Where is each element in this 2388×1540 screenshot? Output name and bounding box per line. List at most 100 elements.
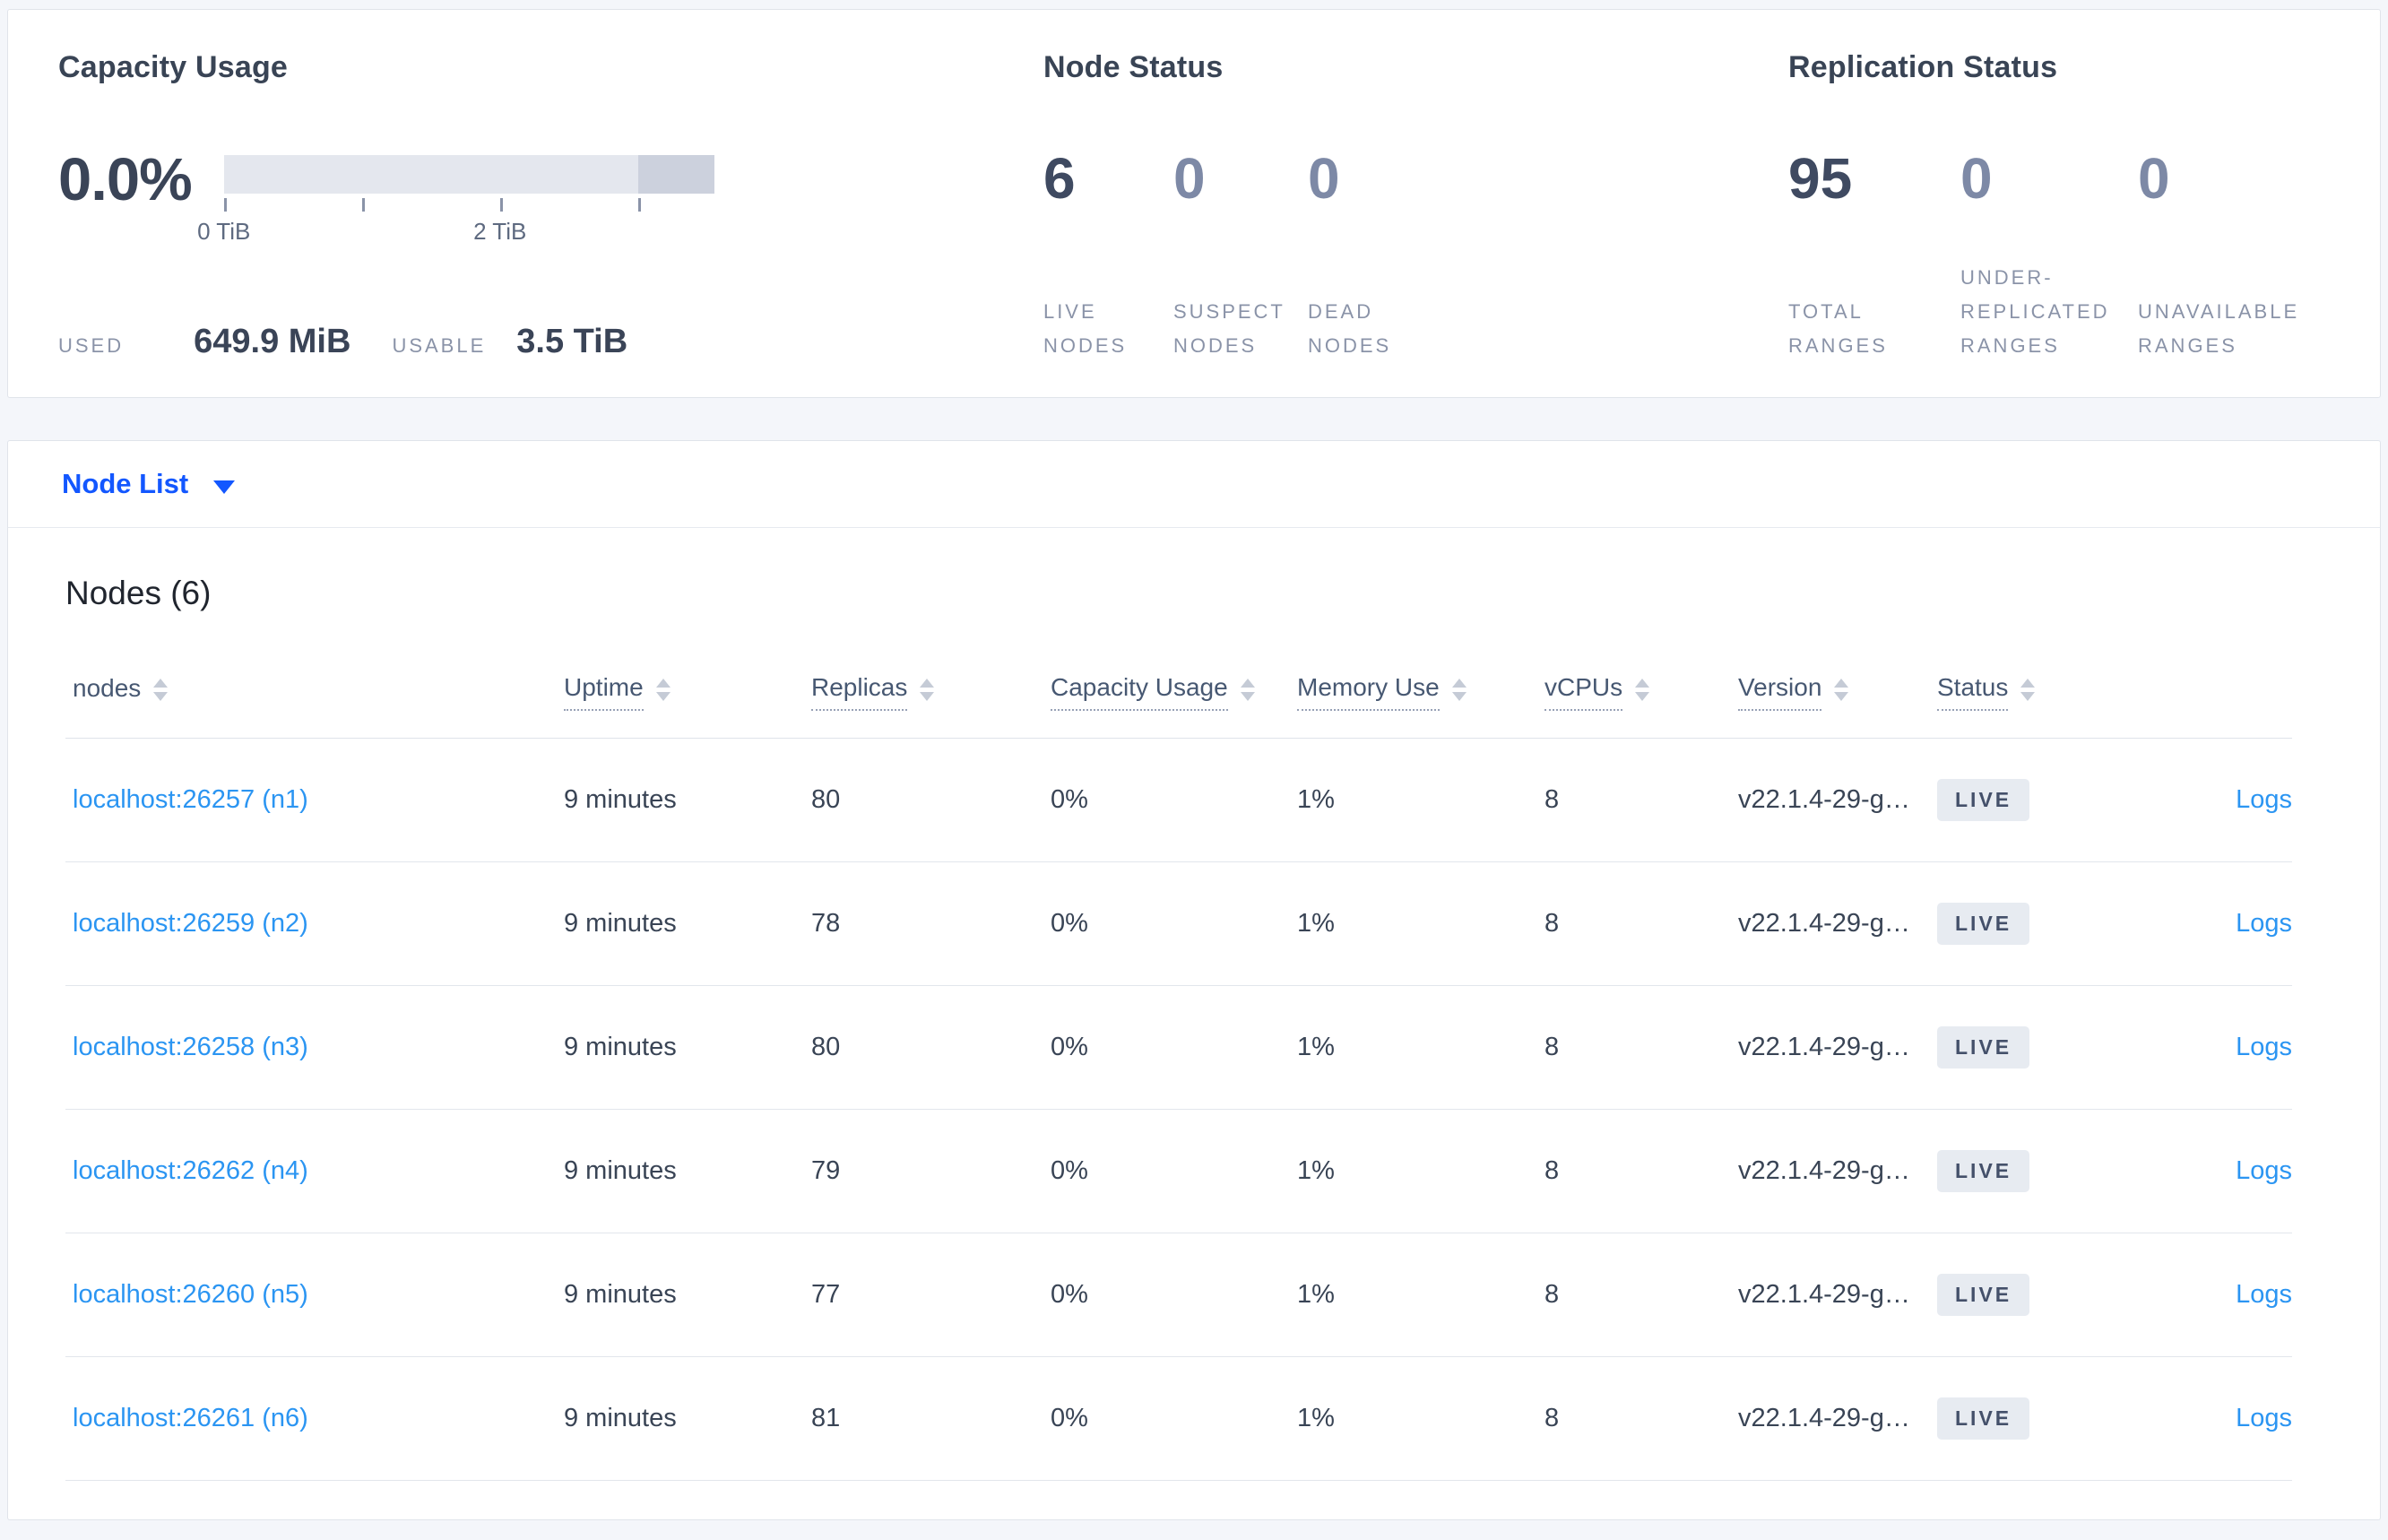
table-row: localhost:26258 (n3) 9 minutes 80 0% 1% …	[65, 986, 2292, 1110]
logs-link[interactable]: Logs	[2236, 909, 2292, 938]
sort-arrows-icon	[655, 678, 671, 701]
column-header[interactable]: Capacity Usage	[1051, 673, 1297, 711]
node-link[interactable]: localhost:26259 (n2)	[73, 909, 308, 938]
status-badge: LIVE	[1937, 1397, 2030, 1440]
stat-label: SUSPECT NODES	[1172, 300, 1285, 357]
cluster-summary-card: Capacity Usage 0.0% 0 TiB 2 TiB USED 649.…	[7, 9, 2381, 398]
replicas-cell: 80	[811, 1033, 841, 1061]
column-header-label: vCPUs	[1544, 673, 1623, 711]
stat-label: DEAD NODES	[1307, 300, 1392, 357]
vcpus-cell: 8	[1544, 1280, 1560, 1309]
uptime-cell: 9 minutes	[564, 1280, 677, 1309]
version-cell: v22.1.4-29-g…	[1738, 1156, 1910, 1185]
capacity-usage-cell: 0%	[1051, 1404, 1088, 1432]
memory-use-cell: 1%	[1297, 1033, 1335, 1061]
capacity-usage-cell: 0%	[1051, 909, 1088, 938]
column-header[interactable]: Version	[1738, 673, 1937, 711]
column-header-label: Status	[1937, 673, 2009, 711]
view-selector-bar: Node List	[7, 440, 2381, 527]
nodes-table-card: Nodes (6) nodes Uptime Replicas Capacity…	[7, 527, 2381, 1520]
capacity-usage-cell: 0%	[1051, 1033, 1088, 1061]
memory-use-cell: 1%	[1297, 1156, 1335, 1185]
memory-use-cell: 1%	[1297, 1404, 1335, 1432]
vcpus-cell: 8	[1544, 1404, 1560, 1432]
memory-use-cell: 1%	[1297, 909, 1335, 938]
usable-label: USABLE	[392, 334, 487, 357]
node-link[interactable]: localhost:26257 (n1)	[73, 785, 308, 814]
sort-arrows-icon	[1451, 678, 1467, 701]
sort-arrows-icon	[920, 678, 935, 701]
stat-label: UNDER-REPLICATED RANGES	[1960, 266, 2110, 357]
table-row: localhost:26260 (n5) 9 minutes 77 0% 1% …	[65, 1233, 2292, 1357]
node-list-dropdown[interactable]: Node List	[62, 468, 236, 500]
logs-link[interactable]: Logs	[2236, 1404, 2292, 1432]
capacity-usage-percent: 0.0%	[58, 146, 193, 213]
logs-link[interactable]: Logs	[2236, 1156, 2292, 1185]
version-cell: v22.1.4-29-g…	[1738, 1404, 1910, 1432]
column-header[interactable]: Status	[1937, 673, 2177, 711]
stat-value: 6	[1043, 146, 1076, 211]
status-badge: LIVE	[1937, 1150, 2030, 1192]
stat-value: 0	[1960, 146, 1993, 211]
column-header[interactable]: Replicas	[811, 673, 1051, 711]
capacity-usage-title: Capacity Usage	[58, 50, 289, 84]
node-link[interactable]: localhost:26260 (n5)	[73, 1280, 308, 1309]
stat-label: UNAVAILABLE RANGES	[2138, 300, 2300, 357]
uptime-cell: 9 minutes	[564, 1404, 677, 1432]
summary-stat: 6 LIVE NODES	[1043, 150, 1173, 367]
column-header-label: Capacity Usage	[1051, 673, 1228, 711]
column-header-label: Replicas	[811, 673, 908, 711]
sort-arrows-icon	[1240, 678, 1255, 701]
column-header[interactable]	[2177, 688, 2292, 696]
summary-stat: 0 UNAVAILABLE RANGES	[2138, 150, 2344, 367]
status-badge: LIVE	[1937, 779, 2030, 821]
version-cell: v22.1.4-29-g…	[1738, 1033, 1910, 1061]
logs-link[interactable]: Logs	[2236, 1033, 2292, 1061]
sort-arrows-icon	[1635, 678, 1650, 701]
capacity-usage-chart: 0 TiB 2 TiB	[197, 155, 714, 245]
node-link[interactable]: localhost:26258 (n3)	[73, 1033, 308, 1061]
node-list-dropdown-label: Node List	[62, 468, 189, 499]
capacity-usage-section: Capacity Usage 0.0% 0 TiB 2 TiB USED 649.…	[58, 50, 1043, 367]
nodes-table-title: Nodes (6)	[65, 575, 212, 611]
column-header[interactable]: nodes	[73, 674, 564, 710]
column-header[interactable]: vCPUs	[1544, 673, 1738, 711]
nodes-table-header-row: nodes Uptime Replicas Capacity Usage Mem…	[65, 650, 2292, 739]
used-label: USED	[58, 334, 125, 357]
summary-stat: 0 UNDER-REPLICATED RANGES	[1960, 150, 2138, 367]
caret-down-icon	[213, 480, 236, 494]
uptime-cell: 9 minutes	[564, 1156, 677, 1185]
capacity-usage-cell: 0%	[1051, 785, 1088, 814]
stat-value: 95	[1788, 146, 1853, 211]
vcpus-cell: 8	[1544, 1156, 1560, 1185]
sort-arrows-icon	[153, 678, 169, 701]
vcpus-cell: 8	[1544, 785, 1560, 814]
version-cell: v22.1.4-29-g…	[1738, 909, 1910, 938]
status-badge: LIVE	[1937, 1274, 2030, 1316]
usable-value: 3.5 TiB	[516, 323, 628, 360]
replicas-cell: 78	[811, 909, 841, 938]
column-header[interactable]: Memory Use	[1297, 673, 1544, 711]
capacity-bar-reserved-segment	[638, 155, 714, 194]
capacity-usage-cell: 0%	[1051, 1280, 1088, 1309]
table-row: localhost:26257 (n1) 9 minutes 80 0% 1% …	[65, 739, 2292, 862]
capacity-axis-labels: 0 TiB 2 TiB	[197, 218, 714, 245]
capacity-usage-cell: 0%	[1051, 1156, 1088, 1185]
replicas-cell: 77	[811, 1280, 841, 1309]
uptime-cell: 9 minutes	[564, 785, 677, 814]
capacity-usage-body: 0.0% 0 TiB 2 TiB	[58, 150, 1043, 245]
uptime-cell: 9 minutes	[564, 1033, 677, 1061]
status-badge: LIVE	[1937, 1026, 2030, 1068]
stat-value: 0	[1307, 146, 1340, 211]
sort-arrows-icon	[1834, 678, 1849, 701]
logs-link[interactable]: Logs	[2236, 1280, 2292, 1309]
memory-use-cell: 1%	[1297, 1280, 1335, 1309]
column-header[interactable]: Uptime	[564, 673, 811, 711]
logs-link[interactable]: Logs	[2236, 785, 2292, 814]
summary-stat: 95 TOTAL RANGES	[1788, 150, 1960, 367]
table-row: localhost:26259 (n2) 9 minutes 78 0% 1% …	[65, 862, 2292, 986]
node-link[interactable]: localhost:26261 (n6)	[73, 1404, 308, 1432]
capacity-bar	[223, 155, 714, 194]
replicas-cell: 79	[811, 1156, 841, 1185]
node-link[interactable]: localhost:26262 (n4)	[73, 1156, 308, 1185]
